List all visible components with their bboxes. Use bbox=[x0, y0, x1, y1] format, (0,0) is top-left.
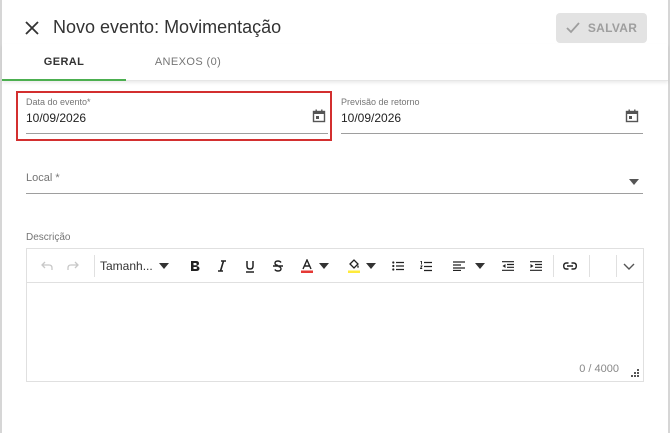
description-editor: Tamanh... 0 / 4000 bbox=[26, 248, 644, 382]
outdent-button[interactable] bbox=[498, 249, 518, 283]
resize-handle-icon[interactable] bbox=[631, 369, 639, 377]
highlight-color-icon bbox=[348, 259, 360, 273]
toolbar-separator bbox=[589, 255, 590, 277]
redo-icon bbox=[67, 261, 79, 270]
strikethrough-button[interactable] bbox=[268, 249, 288, 283]
save-button-label: SALVAR bbox=[587, 21, 638, 35]
dropdown-arrow-icon bbox=[158, 263, 169, 269]
return-date-value[interactable]: 10/09/2026 bbox=[341, 111, 401, 125]
save-button[interactable]: SALVAR bbox=[556, 13, 647, 43]
outdent-icon bbox=[502, 261, 514, 271]
align-left-icon bbox=[453, 261, 465, 271]
character-counter: 0 / 4000 bbox=[579, 363, 619, 375]
strikethrough-icon bbox=[273, 260, 283, 272]
toolbar-separator bbox=[553, 255, 554, 277]
description-label: Descrição bbox=[26, 232, 71, 243]
undo-icon bbox=[41, 261, 53, 270]
chevron-down-icon bbox=[623, 263, 635, 270]
link-icon bbox=[563, 262, 577, 270]
underline-button[interactable] bbox=[240, 249, 260, 283]
numbered-list-icon bbox=[420, 260, 432, 271]
underline-icon bbox=[246, 260, 254, 273]
event-dialog: Novo evento: Movimentação SALVAR GERAL A… bbox=[2, 0, 668, 433]
event-date-underline bbox=[26, 133, 328, 134]
text-color-button[interactable] bbox=[297, 249, 333, 283]
dropdown-arrow-icon bbox=[319, 263, 329, 269]
location-underline bbox=[26, 193, 643, 194]
link-button[interactable] bbox=[560, 249, 580, 283]
event-date-label: Data do evento* bbox=[26, 97, 91, 107]
bold-button[interactable] bbox=[185, 249, 205, 283]
indent-button[interactable] bbox=[526, 249, 546, 283]
editor-content-area[interactable] bbox=[27, 284, 643, 381]
calendar-icon[interactable] bbox=[625, 109, 639, 123]
close-button[interactable] bbox=[20, 16, 44, 40]
highlight-color-button[interactable] bbox=[344, 249, 380, 283]
close-icon bbox=[25, 21, 39, 35]
dropdown-arrow-icon bbox=[366, 263, 376, 269]
tab-geral[interactable]: GERAL bbox=[2, 44, 126, 81]
event-date-field[interactable]: Data do evento* 10/09/2026 bbox=[26, 97, 328, 134]
dropdown-arrow-icon bbox=[475, 263, 485, 269]
font-size-label: Tamanh... bbox=[100, 259, 153, 273]
italic-icon bbox=[218, 260, 226, 272]
indent-icon bbox=[530, 261, 542, 271]
bullet-list-button[interactable] bbox=[388, 249, 408, 283]
text-color-icon bbox=[301, 259, 313, 273]
toolbar-separator bbox=[94, 255, 95, 277]
return-date-underline bbox=[341, 133, 643, 134]
bullet-list-icon bbox=[392, 261, 404, 271]
align-button[interactable] bbox=[448, 249, 490, 283]
bold-icon bbox=[191, 261, 200, 271]
location-select[interactable]: Local * bbox=[26, 170, 643, 194]
redo-button[interactable] bbox=[63, 249, 83, 283]
more-tools-button[interactable] bbox=[619, 249, 639, 283]
font-size-select[interactable]: Tamanh... bbox=[100, 249, 178, 283]
editor-toolbar: Tamanh... bbox=[27, 249, 643, 283]
italic-button[interactable] bbox=[212, 249, 232, 283]
return-date-label: Previsão de retorno bbox=[341, 97, 420, 107]
location-label: Local * bbox=[26, 172, 60, 184]
tab-anexos[interactable]: ANEXOS (0) bbox=[126, 44, 250, 80]
calendar-icon[interactable] bbox=[312, 109, 326, 123]
return-date-field[interactable]: Previsão de retorno 10/09/2026 bbox=[341, 97, 643, 134]
undo-button[interactable] bbox=[37, 249, 57, 283]
toolbar-separator bbox=[616, 255, 617, 277]
page-title: Novo evento: Movimentação bbox=[53, 17, 282, 37]
numbered-list-button[interactable] bbox=[416, 249, 436, 283]
tab-bar: GERAL ANEXOS (0) bbox=[2, 44, 668, 81]
dropdown-arrow-icon[interactable] bbox=[629, 179, 639, 185]
event-date-value[interactable]: 10/09/2026 bbox=[26, 111, 86, 125]
check-icon bbox=[566, 22, 580, 34]
